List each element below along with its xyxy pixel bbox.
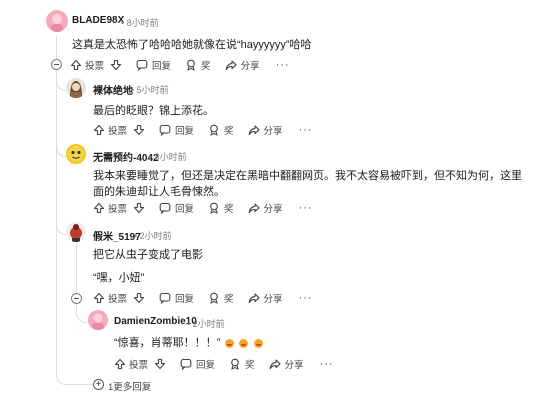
comment-body: 这真是太恐怖了哈哈哈她就像在说“hayyyyyy”哈哈 [72,39,312,51]
comment-time[interactable]: • 5小时前 [131,83,169,96]
share-icon [248,125,260,136]
reply-button[interactable]: 回复 [159,201,194,215]
more-options-button[interactable]: ··· [276,59,290,71]
award-icon [187,59,195,71]
share-button[interactable]: 分享 [248,201,283,215]
comment-actions: 投票 回复 奖 分享 ··· [93,290,313,306]
vote-label: 投票 [85,61,105,72]
award-icon [210,124,218,136]
vote-group: 投票 [93,123,145,137]
award-icon [231,358,239,370]
vote-label: 投票 [108,126,128,137]
comment-author[interactable]: DamienZombie10 [114,316,197,327]
award-icon [210,202,218,214]
grinning-face-icon [253,338,263,348]
upvote-icon[interactable] [114,358,126,370]
reply-button[interactable]: 回复 [159,123,194,137]
upvote-icon[interactable] [93,292,105,304]
comment-bubble-icon [136,59,148,71]
comment-author[interactable]: BLADE98X [72,15,124,26]
comment-body: “惊喜，肖蒂耶！！！” [114,335,514,351]
vote-group: 投票 [70,58,122,72]
reply-button[interactable]: 回复 [180,357,215,371]
reply-button[interactable]: 回复 [159,291,194,305]
award-button[interactable]: 奖 [185,58,211,72]
comment-bubble-icon [159,124,171,136]
downvote-icon[interactable] [133,124,145,136]
share-button[interactable]: 分享 [248,291,283,305]
comment-author[interactable]: 裸体绝地 [93,82,133,97]
comment-actions: 投票 回复 奖 分享 ··· [70,57,290,73]
more-options-button[interactable]: ··· [299,202,313,214]
upvote-icon[interactable] [93,124,105,136]
vote-label: 投票 [108,204,128,215]
share-icon [248,293,260,304]
collapse-thread-button[interactable] [51,59,62,70]
comment-time[interactable]: • 8小时前 [121,16,159,29]
vote-label: 投票 [129,360,149,371]
comment-time[interactable]: • 3小时前 [149,150,187,163]
more-options-button[interactable]: ··· [299,292,313,304]
upvote-icon[interactable] [93,202,105,214]
grinning-face-icon [239,338,249,348]
vote-group: 投票 [93,291,145,305]
share-button[interactable]: 分享 [225,58,260,72]
downvote-icon[interactable] [154,358,166,370]
comment-actions: 投票 回复 奖 分享 ··· [93,122,313,138]
award-button[interactable]: 奖 [208,201,234,215]
downvote-icon[interactable] [110,59,122,71]
award-button[interactable]: 奖 [208,123,234,137]
comment-actions: 投票 回复 奖 分享 ··· [114,356,334,372]
avatar[interactable] [66,78,86,98]
vote-group: 投票 [93,201,145,215]
share-icon [225,60,237,71]
more-options-button[interactable]: ··· [299,124,313,136]
award-button[interactable]: 奖 [229,357,255,371]
avatar[interactable] [66,144,86,164]
comment-actions: 投票 回复 奖 分享 ··· [93,200,313,216]
load-more-replies-link[interactable]: 1更多回复 [108,379,151,393]
downvote-icon[interactable] [133,202,145,214]
avatar[interactable] [66,222,86,242]
vote-label: 投票 [108,294,128,305]
comment-body: 最后的眨眼？锦上添花。 [93,105,214,117]
grinning-face-icon [225,338,235,348]
comment-bubble-icon [159,292,171,304]
expand-replies-button[interactable]: + [93,379,104,390]
comment-body: “嘿，小妞” [93,272,145,284]
avatar[interactable] [46,10,68,32]
downvote-icon[interactable] [133,292,145,304]
share-button[interactable]: 分享 [269,357,304,371]
share-icon [269,359,281,370]
more-options-button[interactable]: ··· [320,358,334,370]
comment-body: 我本来要睡觉了，但还是决定在黑暗中翻翻网页。我不太容易被吓到，但不知为何，这里面… [93,170,522,198]
share-button[interactable]: 分享 [248,123,283,137]
collapse-thread-button[interactable] [71,293,82,304]
reply-button[interactable]: 回复 [136,58,171,72]
comment-body: 把它从虫子变成了电影 [93,249,203,261]
comment-bubble-icon [180,358,192,370]
comment-bubble-icon [159,202,171,214]
thread-connector [56,300,93,385]
upvote-icon[interactable] [70,59,82,71]
comment-time[interactable]: • 2小时前 [134,229,172,242]
award-icon [210,292,218,304]
share-icon [248,203,260,214]
vote-group: 投票 [114,357,166,371]
comment-time[interactable]: • 2小时前 [187,317,225,330]
avatar[interactable] [88,310,108,330]
award-button[interactable]: 奖 [208,291,234,305]
